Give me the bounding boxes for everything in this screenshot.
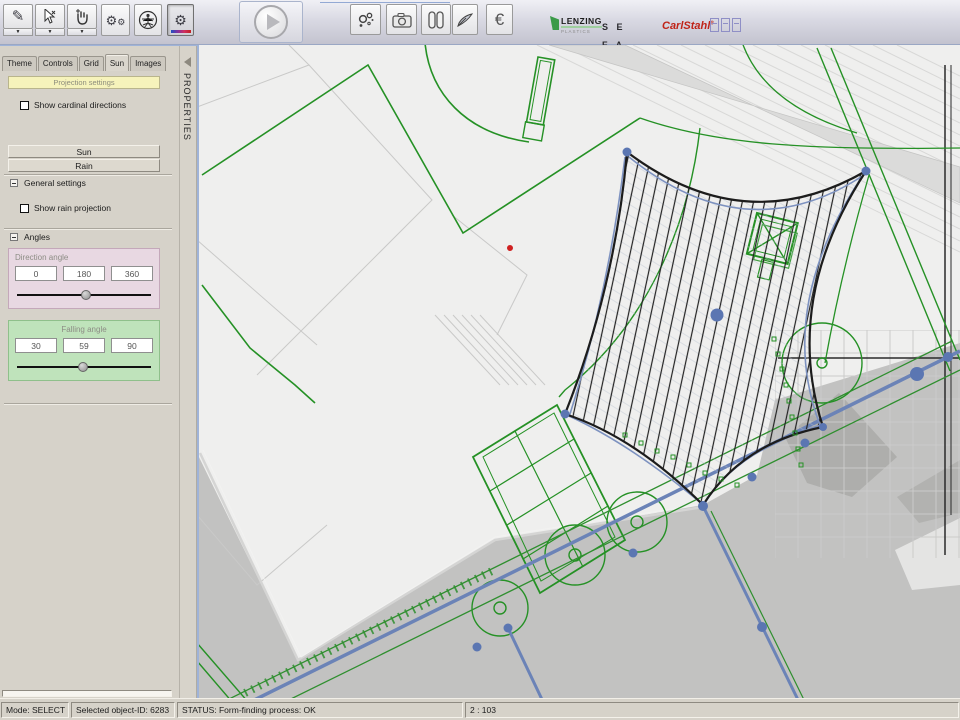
annotate-button[interactable] bbox=[452, 4, 478, 35]
sidebar-tabs: Theme Controls Grid Sun Images bbox=[2, 56, 167, 72]
lenzing-mark-icon bbox=[550, 16, 559, 30]
show-cardinal-label: Show cardinal directions bbox=[34, 100, 126, 110]
euro-icon: € bbox=[495, 11, 504, 28]
cad-viewport[interactable] bbox=[197, 45, 960, 698]
pan-dropdown[interactable]: ▼ bbox=[67, 29, 97, 36]
application-window: ✎ ▼ ▼ ▼ ⚙⚙ ⚙ bbox=[0, 0, 960, 720]
falling-angle-label: Falling angle bbox=[15, 325, 153, 334]
hand-icon bbox=[75, 9, 89, 25]
small-gears-icon bbox=[357, 11, 375, 29]
projection-settings-button[interactable]: Projection settings bbox=[8, 76, 160, 89]
divider bbox=[4, 403, 172, 405]
rain-button[interactable]: Rain bbox=[8, 159, 160, 172]
direction-current-field[interactable] bbox=[63, 266, 105, 281]
draw-button[interactable]: ✎ bbox=[3, 4, 33, 29]
tab-controls[interactable]: Controls bbox=[38, 56, 78, 71]
direction-max-field[interactable] bbox=[111, 266, 153, 281]
select-button[interactable] bbox=[35, 4, 65, 29]
pan-button[interactable] bbox=[67, 4, 97, 29]
tab-grid[interactable]: Grid bbox=[79, 56, 104, 71]
mechanism-button[interactable]: ⚙⚙ bbox=[101, 4, 130, 36]
falling-angle-slider[interactable] bbox=[15, 362, 153, 372]
falling-min-field[interactable] bbox=[15, 338, 57, 353]
play-icon bbox=[267, 14, 280, 30]
origin-marker bbox=[507, 245, 513, 251]
render-settings-button[interactable]: ⚙ bbox=[167, 4, 194, 36]
color-scale-strip bbox=[171, 30, 191, 33]
select-dropdown[interactable]: ▼ bbox=[35, 29, 65, 36]
direction-slider-thumb[interactable] bbox=[81, 290, 91, 300]
status-selected-object: Selected object-ID: 6283 bbox=[71, 702, 175, 718]
status-mode: Mode: SELECT bbox=[1, 702, 69, 718]
carlstahl-logo: CarlStahl® bbox=[662, 20, 714, 32]
collapse-icon[interactable] bbox=[10, 233, 18, 241]
cursor-icon bbox=[43, 9, 57, 25]
direction-min-field[interactable] bbox=[15, 266, 57, 281]
lenzing-text: LENZING bbox=[561, 16, 602, 26]
divider bbox=[4, 174, 172, 176]
show-rain-row: Show rain projection bbox=[20, 203, 111, 213]
main-toolbar: ✎ ▼ ▼ ▼ ⚙⚙ ⚙ bbox=[0, 0, 960, 45]
tab-images[interactable]: Images bbox=[130, 56, 166, 71]
tab-sun[interactable]: Sun bbox=[105, 54, 129, 71]
snapshot-button[interactable] bbox=[386, 4, 417, 35]
draw-dropdown[interactable]: ▼ bbox=[3, 29, 33, 36]
binoculars-icon bbox=[428, 11, 444, 29]
falling-angle-panel: Falling angle bbox=[8, 320, 160, 381]
pricing-button[interactable]: € bbox=[486, 4, 513, 35]
sun-button[interactable]: Sun bbox=[8, 145, 160, 158]
camera-icon bbox=[392, 12, 412, 28]
falling-max-field[interactable] bbox=[111, 338, 153, 353]
sail-center-node bbox=[711, 309, 724, 322]
feather-icon bbox=[456, 12, 474, 28]
pole-structure bbox=[523, 57, 556, 141]
falling-current-field[interactable] bbox=[63, 338, 105, 353]
settings-sidebar: Theme Controls Grid Sun Images Projectio… bbox=[0, 45, 180, 698]
sidebar-scroll-strip[interactable] bbox=[2, 690, 172, 697]
view-finder-button[interactable] bbox=[421, 4, 451, 35]
lenzing-subtext: PLASTICS bbox=[561, 26, 602, 34]
properties-strip[interactable]: PROPERTIES bbox=[180, 45, 197, 698]
direction-angle-label: Direction angle bbox=[15, 253, 153, 262]
divider bbox=[4, 228, 172, 230]
angles-header[interactable]: Angles bbox=[10, 232, 50, 242]
emblem-logo bbox=[710, 18, 741, 32]
general-settings-header[interactable]: General settings bbox=[10, 178, 86, 188]
collapse-chevron-icon[interactable] bbox=[184, 57, 191, 67]
vitruvian-man-icon bbox=[138, 10, 158, 30]
direction-angle-panel: Direction angle bbox=[8, 248, 160, 309]
show-rain-checkbox[interactable] bbox=[20, 204, 29, 213]
status-scale: 2 : 103 bbox=[465, 702, 959, 718]
pencil-icon: ✎ bbox=[12, 9, 25, 24]
tab-theme[interactable]: Theme bbox=[2, 56, 37, 71]
direction-angle-slider[interactable] bbox=[15, 290, 153, 300]
status-process: STATUS: Form-finding process: OK bbox=[177, 702, 463, 718]
building-outlines bbox=[197, 45, 545, 585]
lenzing-logo: LENZING PLASTICS bbox=[550, 16, 602, 34]
batch-process-button[interactable] bbox=[350, 4, 381, 35]
canvas-left-edge bbox=[197, 45, 199, 698]
gears-icon: ⚙⚙ bbox=[106, 14, 126, 27]
status-bar: Mode: SELECT Selected object-ID: 6283 ST… bbox=[0, 698, 960, 720]
falling-slider-thumb[interactable] bbox=[78, 362, 88, 372]
show-rain-label: Show rain projection bbox=[34, 203, 111, 213]
properties-strip-label: PROPERTIES bbox=[182, 73, 192, 141]
show-cardinal-checkbox[interactable] bbox=[20, 101, 29, 110]
play-button[interactable] bbox=[254, 5, 288, 39]
gear-icon: ⚙ bbox=[174, 13, 187, 27]
play-panel bbox=[239, 1, 303, 43]
show-cardinal-row: Show cardinal directions bbox=[20, 100, 126, 110]
collapse-icon[interactable] bbox=[10, 179, 18, 187]
toolbar-group-highlight bbox=[320, 2, 450, 3]
human-model-button[interactable] bbox=[134, 4, 162, 36]
